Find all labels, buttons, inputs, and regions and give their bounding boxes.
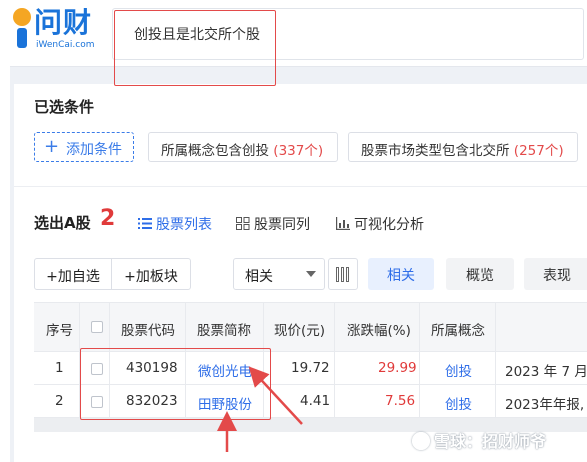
logo-mark-icon	[10, 8, 34, 48]
condition-chip-market[interactable]: 股票市场类型包含北交所 (257个)	[348, 132, 578, 162]
col-divider	[419, 302, 420, 432]
plus-icon: +	[46, 269, 58, 285]
watermark-text: 雪球：招财师爷	[434, 432, 547, 451]
add-block-label: 加板块	[135, 269, 178, 285]
add-watch-label: 加自选	[57, 269, 100, 285]
tab-label: 可视化分析	[354, 217, 424, 233]
bar-chart-icon	[336, 217, 350, 230]
condition-chip-label: 股票市场类型包含北交所	[361, 143, 510, 159]
logo-brand-en: iWenCai.com	[36, 40, 95, 50]
header-code[interactable]: 股票代码	[121, 319, 175, 339]
header-concept[interactable]: 所属概念	[431, 319, 485, 339]
tab-label: 股票同列	[254, 217, 310, 233]
cell-concept-link[interactable]: 创投	[445, 393, 472, 413]
left-strip	[0, 66, 10, 462]
column-settings-button[interactable]	[328, 258, 358, 290]
tab-stock-list[interactable]: 股票列表	[138, 214, 212, 234]
segment-overview[interactable]: 概览	[446, 258, 514, 290]
plus-icon: +	[124, 269, 136, 285]
add-condition-button[interactable]: + 添加条件	[34, 132, 134, 162]
results-title: 选出A股	[34, 214, 91, 232]
col-divider	[334, 302, 335, 432]
logo-brand-cn: 问财	[34, 6, 93, 39]
list-icon	[138, 218, 152, 229]
cell-extra: 2023年年报, 金	[505, 397, 587, 413]
header-change[interactable]: 涨跌幅(%)	[347, 319, 411, 339]
cell-change: 7.56	[385, 393, 416, 409]
table-header: 序号 股票代码 股票简称 现价(元) 涨跌幅(%) 所属概念	[34, 302, 587, 352]
segment-relevance[interactable]: 相关	[368, 258, 434, 290]
condition-chip-count: (337个)	[273, 143, 324, 159]
iwencai-logo[interactable]: 问财 iWenCai.com	[8, 6, 98, 58]
cell-index: 1	[55, 360, 64, 376]
grid-icon	[236, 217, 250, 230]
add-to-watchlist-button[interactable]: +加自选	[34, 258, 112, 290]
xueqiu-watermark: 雪球：招财师爷	[412, 428, 546, 452]
condition-chip-concept[interactable]: 所属概念包含创投 (337个)	[148, 132, 338, 162]
header-price[interactable]: 现价(元)	[274, 319, 325, 339]
header-name[interactable]: 股票简称	[197, 319, 251, 339]
cell-change: 29.99	[378, 360, 417, 376]
plus-icon: +	[44, 136, 60, 157]
header-index: 序号	[46, 323, 73, 339]
condition-chip-label: 所属概念包含创投	[161, 143, 269, 159]
cell-concept-link[interactable]: 创投	[445, 360, 472, 380]
sort-select[interactable]: 相关	[233, 258, 325, 290]
results-count: 2	[100, 206, 116, 231]
result-highlight-box	[80, 348, 271, 420]
cell-extra: 2023 年 7 月 1	[505, 364, 587, 380]
add-condition-label: 添加条件	[66, 142, 122, 158]
condition-chip-count: (257个)	[513, 143, 564, 159]
top-bar: 问财 iWenCai.com	[0, 0, 587, 67]
chevron-down-icon	[306, 271, 316, 277]
tab-label: 股票列表	[156, 217, 212, 233]
selected-conditions-title: 已选条件	[34, 98, 95, 116]
section-divider	[14, 186, 587, 187]
segment-performance[interactable]: 表现	[524, 258, 587, 290]
col-divider	[495, 302, 496, 432]
cell-price: 19.72	[291, 360, 330, 376]
xueqiu-logo-icon	[412, 432, 430, 450]
sort-select-value: 相关	[245, 269, 273, 285]
cell-price: 4.41	[300, 393, 331, 409]
select-all-checkbox[interactable]	[91, 321, 103, 333]
cell-index: 2	[55, 393, 64, 409]
add-to-block-button[interactable]: +加板块	[111, 258, 191, 290]
tab-stock-compare[interactable]: 股票同列	[236, 214, 310, 234]
tab-visual-analysis[interactable]: 可视化分析	[336, 214, 424, 234]
search-highlight-box	[114, 10, 276, 86]
